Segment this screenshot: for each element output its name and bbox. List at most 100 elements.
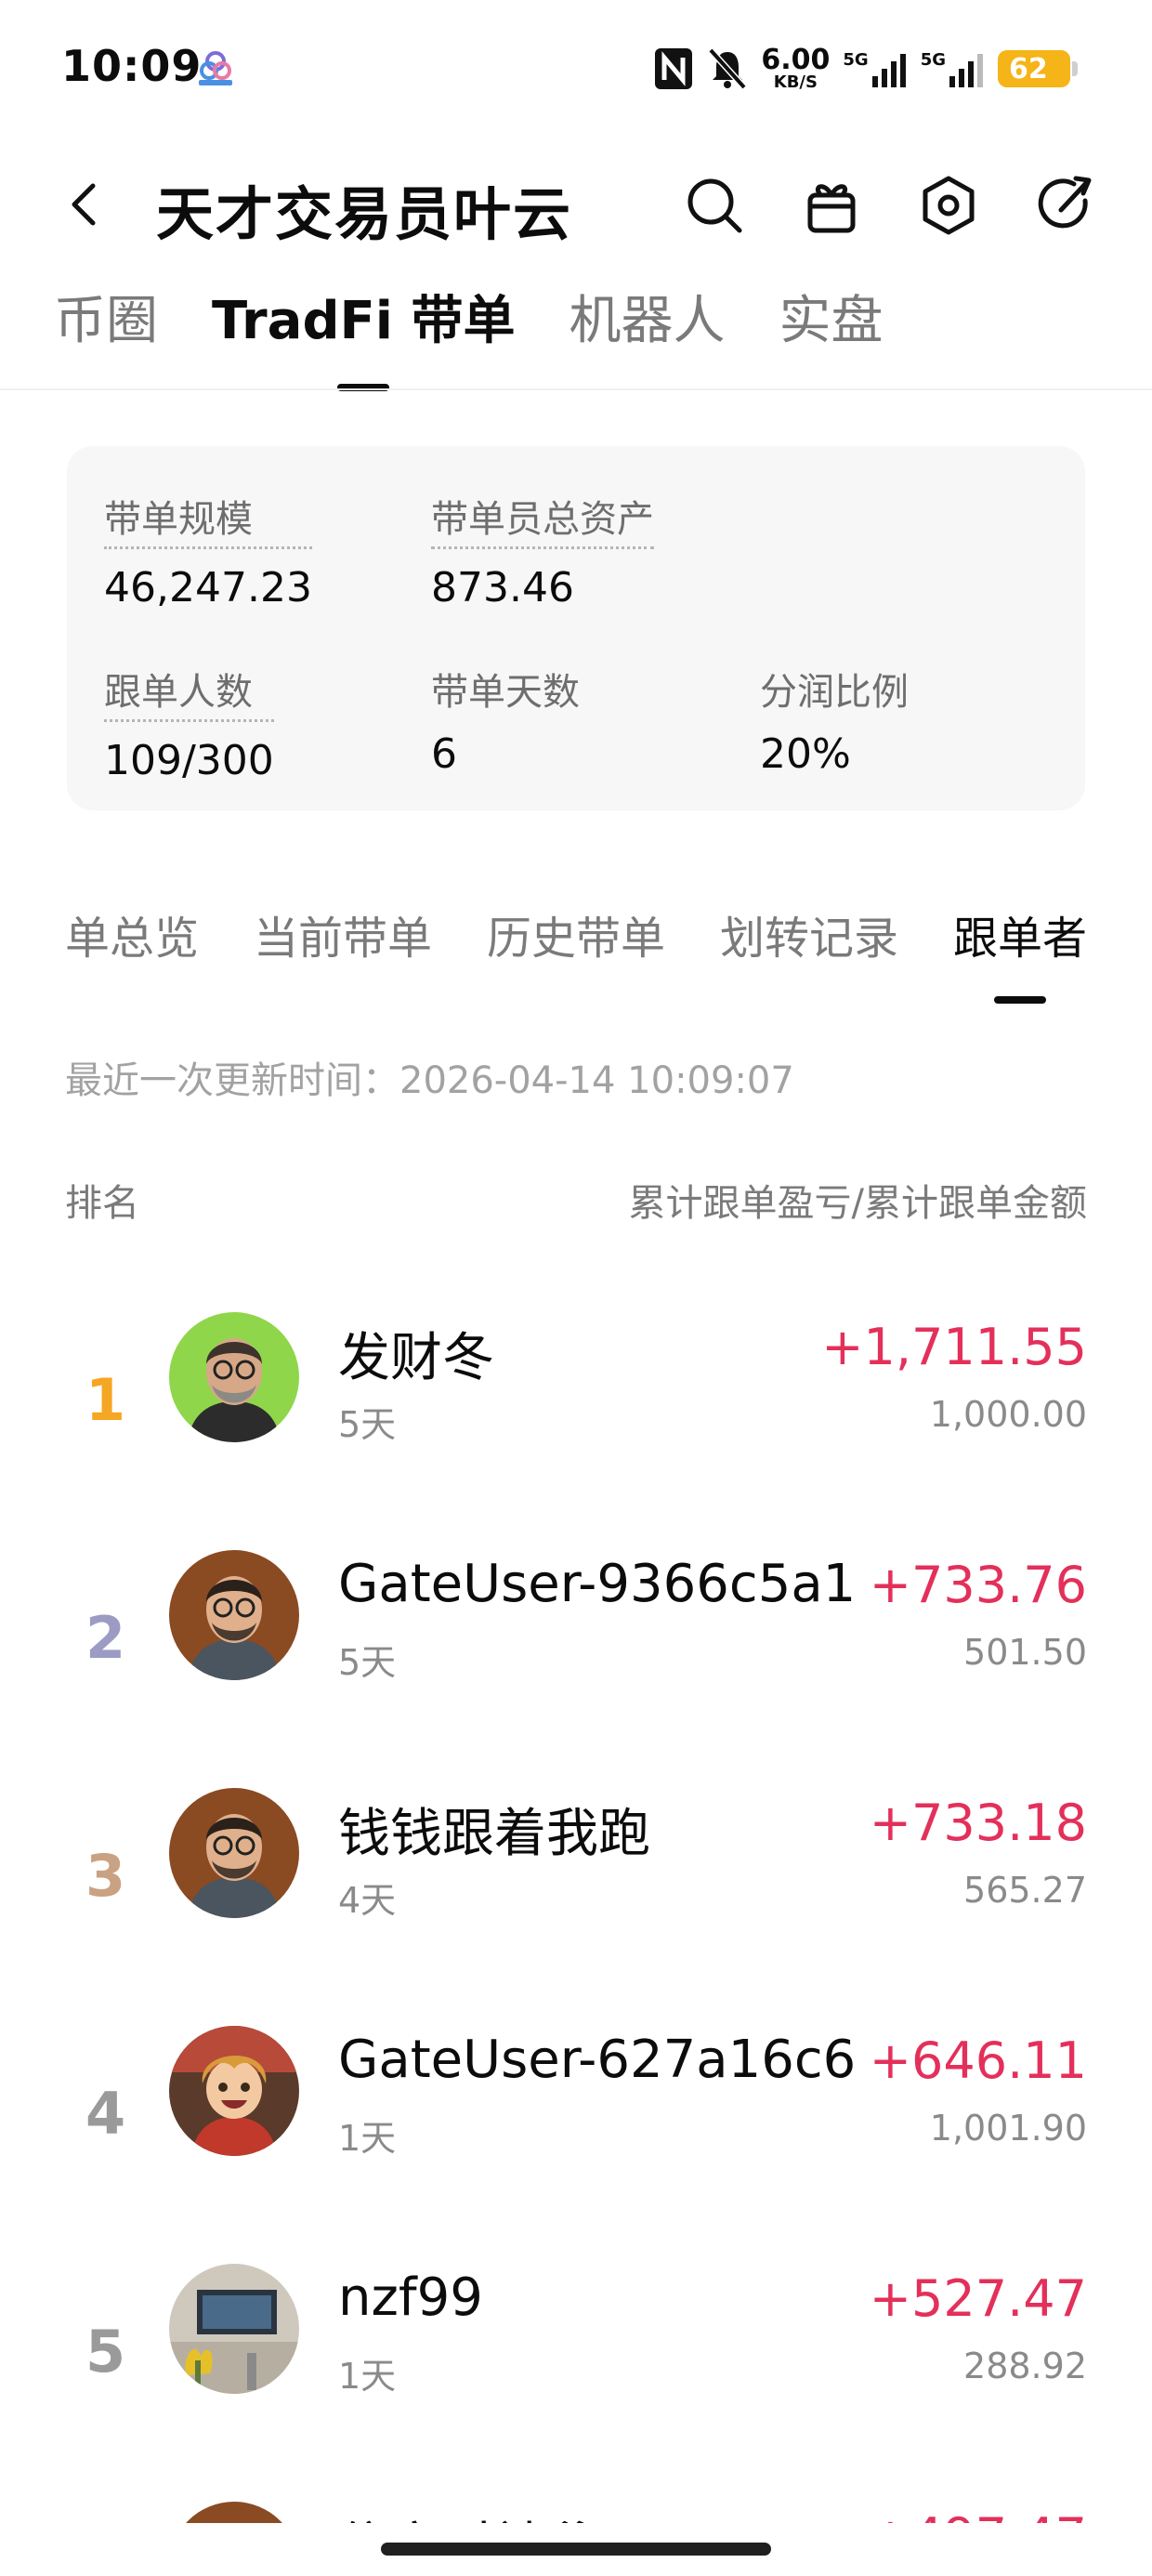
status-right: 6.00 KB/S 5G 5G 62	[653, 41, 1078, 97]
rank-number: 4	[85, 2080, 126, 2148]
avatar[interactable]	[169, 2264, 299, 2394]
follower-days: 5天	[338, 1642, 397, 1683]
status-bar: 10:09 6.00 KB/S 5G 5G 62	[0, 0, 1152, 139]
stat-scale-label[interactable]: 带单规模	[104, 489, 312, 549]
network-speed: 6.00 KB/S	[761, 46, 830, 91]
follower-amount: 288.92	[963, 2346, 1087, 2386]
follower-name: GateUser-627a16c6	[338, 2030, 857, 2090]
share-icon[interactable]	[1033, 173, 1098, 238]
home-indicator[interactable]	[381, 2543, 771, 2556]
search-icon[interactable]	[682, 173, 747, 238]
subtab-overview[interactable]: 单总览	[65, 901, 199, 966]
tab-bots[interactable]: 机器人	[569, 279, 725, 354]
stat-assets-label[interactable]: 带单员总资产	[431, 489, 654, 549]
follower-amount: 1,000.00	[929, 1394, 1087, 1435]
gift-icon[interactable]	[799, 173, 864, 238]
stat-followers: 跟单人数 109/300	[104, 662, 274, 784]
follower-days: 4天	[338, 1880, 397, 1921]
rank-number: 1	[85, 1366, 126, 1434]
tabs-divider	[0, 388, 1152, 390]
follower-amount: 565.27	[963, 1870, 1087, 1911]
follower-pnl: +646.11	[869, 2031, 1087, 2090]
bell-muted-icon	[708, 47, 747, 90]
stat-scale: 带单规模 46,247.23	[104, 489, 312, 611]
avatar[interactable]	[169, 2502, 299, 2523]
follower-row[interactable]: 1 发财冬 5天 +1,711.55 1,000.00	[0, 1273, 1152, 1511]
avatar[interactable]	[169, 1312, 299, 1442]
follower-row[interactable]: 4 GateUser-627a16c6 1天 +646.11 1,001.90	[0, 1987, 1152, 2225]
sub-tabs: 单总览 当前带单 历史带单 划转记录 跟单者	[65, 901, 1087, 966]
battery-icon: 62	[998, 50, 1078, 87]
stat-followers-label[interactable]: 跟单人数	[104, 662, 274, 722]
signal-1-label: 5G	[843, 50, 869, 70]
signal-bars-icon	[949, 54, 983, 87]
avatar[interactable]	[169, 1550, 299, 1680]
avatar[interactable]	[169, 2026, 299, 2156]
rank-number: 2	[85, 1604, 126, 1672]
stat-followers-value: 109/300	[104, 737, 274, 784]
page-title: 天才交易员叶云	[156, 180, 573, 248]
nfc-icon	[655, 48, 693, 89]
tab-tradfi-copy[interactable]: TradFi 带单	[212, 279, 515, 354]
list-header: 排名 累计跟单盈亏/累计跟单金额	[65, 1173, 1087, 1227]
stat-days-value: 6	[431, 730, 457, 778]
signal-bars-icon	[871, 54, 906, 87]
avatar[interactable]	[169, 1788, 299, 1918]
follower-name: nzf99	[338, 2267, 483, 2328]
subtab-history[interactable]: 历史带单	[487, 901, 665, 966]
follower-amount: 1,001.90	[929, 2108, 1087, 2149]
subtab-followers[interactable]: 跟单者	[953, 901, 1087, 966]
signal-1: 5G	[843, 50, 907, 87]
follower-pnl: +733.18	[869, 1794, 1087, 1852]
follower-name: 信安财神爷	[338, 2505, 598, 2523]
stat-share-value: 20%	[760, 730, 851, 778]
stat-scale-value: 46,247.23	[104, 564, 312, 611]
stat-days: 带单天数 6	[431, 662, 580, 778]
follower-days: 5天	[338, 1404, 397, 1445]
settings-icon[interactable]	[916, 173, 981, 238]
follower-row[interactable]: 3 钱钱跟着我跑 4天 +733.18 565.27	[0, 1749, 1152, 1987]
stat-days-label: 带单天数	[431, 671, 580, 714]
rank-number: 5	[85, 2318, 126, 2385]
man-portrait-brown-icon	[169, 1550, 299, 1680]
follower-name: 发财冬	[338, 1328, 494, 1388]
follower-list: 1 发财冬 5天 +1,711.55 1,000.00 2 GateUser-9…	[0, 1273, 1152, 2523]
top-tabs: 币圈 TradFi 带单 机器人 实盘	[54, 279, 883, 354]
follower-amount: 501.50	[963, 1632, 1087, 1673]
man-portrait-green-icon	[169, 1312, 299, 1442]
anime-boy-icon	[169, 2026, 299, 2156]
follower-row[interactable]: 2 GateUser-9366c5a1 5天 +733.76 501.50	[0, 1511, 1152, 1749]
subtab-current[interactable]: 当前带单	[254, 901, 432, 966]
list-header-pnl: 累计跟单盈亏/累计跟单金额	[628, 1182, 1087, 1225]
network-speed-unit: KB/S	[773, 72, 818, 92]
stat-share-label: 分润比例	[760, 671, 909, 714]
stat-assets: 带单员总资产 873.46	[431, 489, 654, 611]
follower-name: GateUser-9366c5a1	[338, 1554, 857, 1614]
signal-2: 5G	[921, 50, 985, 87]
network-speed-value: 6.00	[761, 44, 831, 76]
follower-pnl: +497.47	[870, 2507, 1087, 2523]
follower-pnl: +1,711.55	[821, 1318, 1087, 1376]
room-photo-icon	[169, 2264, 299, 2394]
status-time: 10:09	[61, 41, 203, 91]
follower-pnl: +527.47	[869, 2269, 1087, 2328]
follower-days: 1天	[338, 2356, 397, 2397]
follower-pnl: +733.76	[869, 1556, 1087, 1614]
follower-row[interactable]: 5 nzf99 1天 +527.47 288.92	[0, 2225, 1152, 2463]
signal-2-label: 5G	[920, 50, 946, 70]
stat-share: 分润比例 20%	[760, 662, 909, 778]
subtab-transfers[interactable]: 划转记录	[720, 901, 898, 966]
tab-crypto[interactable]: 币圈	[54, 279, 158, 354]
follower-row[interactable]: 6 信安财神爷 +497.47	[0, 2463, 1152, 2523]
rank-number: 3	[85, 1842, 126, 1910]
back-arrow-icon[interactable]	[58, 177, 113, 232]
man-portrait-brown-icon	[169, 2502, 299, 2523]
stats-card: 带单规模 46,247.23 带单员总资产 873.46 跟单人数 109/30…	[67, 446, 1085, 810]
page-header: 天才交易员叶云	[0, 149, 1152, 260]
battery-level: 62	[1009, 52, 1048, 85]
stat-assets-value: 873.46	[431, 564, 574, 611]
last-updated: 最近一次更新时间：2026-04-14 10:09:07	[65, 1059, 794, 1102]
list-header-rank: 排名	[65, 1182, 139, 1225]
tab-live[interactable]: 实盘	[779, 279, 883, 354]
app-notification-icon	[199, 51, 232, 85]
